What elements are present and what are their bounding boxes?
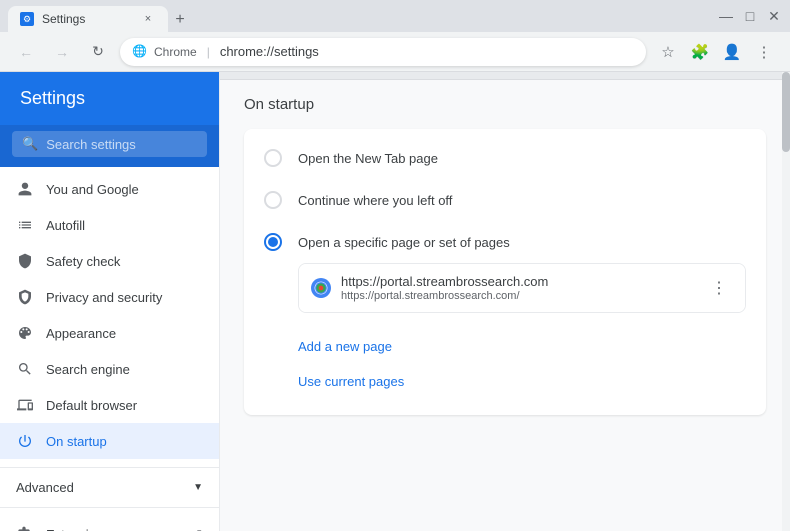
menu-button[interactable]: ⋮ (750, 38, 778, 66)
tab-favicon: ⚙ (20, 12, 34, 26)
url-more-button[interactable]: ⋮ (705, 274, 733, 302)
power-icon (16, 432, 34, 450)
sidebar-item-autofill[interactable]: Autofill (0, 207, 219, 243)
puzzle-icon (16, 525, 34, 531)
use-current-pages-section: Use current pages (244, 364, 766, 407)
advanced-section-toggle[interactable]: Advanced ▼ (0, 472, 219, 503)
sidebar-divider (0, 467, 219, 468)
search-input[interactable] (46, 137, 197, 152)
palette-icon (16, 324, 34, 342)
minimize-button[interactable]: — (718, 8, 734, 24)
settings-tab[interactable]: ⚙ Settings × (8, 6, 168, 32)
person-icon (16, 180, 34, 198)
window-controls: — □ ✕ (718, 8, 782, 24)
account-icon: 👤 (723, 43, 742, 61)
sidebar-label: Default browser (46, 398, 137, 413)
settings-title: Settings (20, 88, 85, 108)
toolbar-icons: ☆ 🧩 👤 ⋮ (654, 38, 778, 66)
shield-lock-icon (16, 288, 34, 306)
url-item: https://portal.streambrossearch.com http… (299, 264, 745, 312)
tab-bar: ⚙ Settings × + (8, 0, 710, 32)
extensions-button[interactable]: 🧩 (686, 38, 714, 66)
option-continue-label: Continue where you left off (298, 193, 452, 208)
url-main: https://portal.streambrossearch.com (341, 274, 695, 289)
sidebar-item-extensions[interactable]: Extensions ↗ (0, 516, 219, 531)
scrollbar-thumb[interactable] (782, 72, 790, 152)
main-layout: Settings 🔍 You and Google Autofill (0, 72, 790, 531)
sidebar: Settings 🔍 You and Google Autofill (0, 72, 220, 531)
option-specific-page[interactable]: Open a specific page or set of pages (244, 221, 766, 263)
startup-options-card: Open the New Tab page Continue where you… (244, 129, 766, 415)
new-tab-button[interactable]: + (168, 8, 192, 32)
puzzle-icon: 🧩 (691, 43, 710, 61)
url-display: chrome://settings (220, 44, 634, 59)
url-sub: https://portal.streambrossearch.com/ (341, 290, 695, 302)
close-button[interactable]: ✕ (766, 8, 782, 24)
sidebar-nav: You and Google Autofill Safety check Pri… (0, 167, 219, 463)
sidebar-label: Search engine (46, 362, 130, 377)
sidebar-item-appearance[interactable]: Appearance (0, 315, 219, 351)
sidebar-item-search-engine[interactable]: Search engine (0, 351, 219, 387)
sidebar-item-you-and-google[interactable]: You and Google (0, 171, 219, 207)
back-button[interactable]: ← (12, 38, 40, 66)
url-text: https://portal.streambrossearch.com http… (341, 274, 695, 302)
sidebar-label: Autofill (46, 218, 85, 233)
tab-close-button[interactable]: × (140, 11, 156, 27)
radio-specific-page[interactable] (264, 233, 282, 251)
startup-url-list: https://portal.streambrossearch.com http… (298, 263, 746, 313)
use-current-pages-button[interactable]: Use current pages (298, 368, 404, 395)
sidebar-label: Appearance (46, 326, 116, 341)
section-title: On startup (244, 96, 766, 113)
scrollbar-track[interactable] (782, 72, 790, 531)
sidebar-item-default-browser[interactable]: Default browser (0, 387, 219, 423)
sidebar-item-privacy-security[interactable]: Privacy and security (0, 279, 219, 315)
tab-title: Settings (42, 12, 132, 26)
sidebar-label: Safety check (46, 254, 120, 269)
external-link-icon: ↗ (192, 526, 203, 531)
search-icon: 🔍 (22, 136, 38, 152)
site-security-icon: 🌐 (132, 44, 148, 60)
startup-settings: On startup Open the New Tab page Continu… (220, 80, 790, 431)
option-new-tab[interactable]: Open the New Tab page (244, 137, 766, 179)
address-bar[interactable]: 🌐 Chrome | chrome://settings (120, 38, 646, 66)
sidebar-bottom-items: Extensions ↗ i About Chrome (0, 512, 219, 531)
forward-button[interactable]: → (48, 38, 76, 66)
option-specific-page-label: Open a specific page or set of pages (298, 235, 510, 250)
add-new-page-button[interactable]: Add a new page (298, 333, 392, 360)
sidebar-label: You and Google (46, 182, 139, 197)
sidebar-label: Extensions (46, 527, 110, 531)
title-bar: ⚙ Settings × + — □ ✕ (0, 0, 790, 32)
settings-content-area: On startup Open the New Tab page Continu… (220, 72, 790, 531)
chrome-label: Chrome (154, 45, 197, 59)
maximize-button[interactable]: □ (742, 8, 758, 24)
search-icon (16, 360, 34, 378)
sidebar-header: Settings (0, 72, 219, 125)
shield-icon (16, 252, 34, 270)
sidebar-label: Privacy and security (46, 290, 162, 305)
reload-button[interactable]: ↻ (84, 38, 112, 66)
chevron-down-icon: ▼ (193, 482, 203, 493)
autofill-icon (16, 216, 34, 234)
radio-new-tab[interactable] (264, 149, 282, 167)
sidebar-item-on-startup[interactable]: On startup (0, 423, 219, 459)
radio-continue[interactable] (264, 191, 282, 209)
option-continue[interactable]: Continue where you left off (244, 179, 766, 221)
option-new-tab-label: Open the New Tab page (298, 151, 438, 166)
sidebar-label: On startup (46, 434, 107, 449)
more-menu-icon: ⋮ (757, 43, 772, 61)
bookmark-button[interactable]: ☆ (654, 38, 682, 66)
add-new-page-section: Add a new page (244, 325, 766, 364)
browser-icon (16, 396, 34, 414)
url-favicon (311, 278, 331, 298)
omnibox-bar: ← → ↻ 🌐 Chrome | chrome://settings ☆ 🧩 👤… (0, 32, 790, 72)
advanced-label: Advanced (16, 480, 74, 495)
sidebar-item-safety-check[interactable]: Safety check (0, 243, 219, 279)
profile-button[interactable]: 👤 (718, 38, 746, 66)
sidebar-divider-2 (0, 507, 219, 508)
